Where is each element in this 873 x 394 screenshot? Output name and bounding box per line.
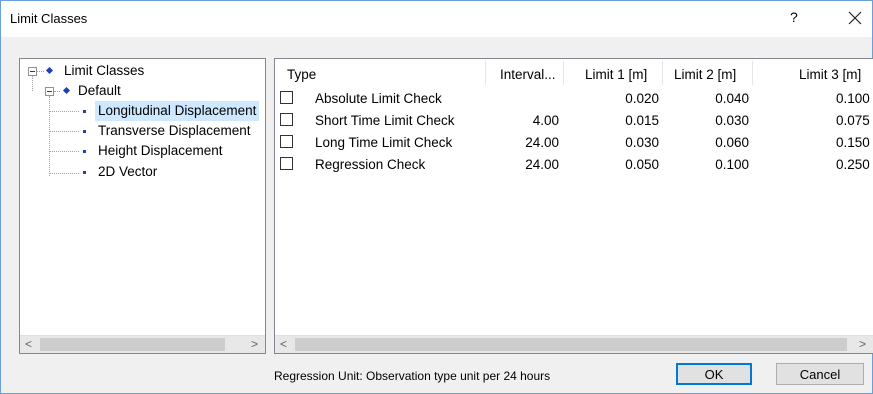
- scroll-left-button[interactable]: <: [275, 336, 292, 353]
- tree-item-label: Longitudinal Displacement: [95, 101, 260, 121]
- cell-limit1: 0.020: [625, 91, 659, 106]
- column-header-interval[interactable]: Interval...: [500, 65, 556, 85]
- window-title: Limit Classes: [10, 11, 88, 26]
- tree-item-label: Transverse Displacement: [98, 123, 251, 138]
- cell-type: Long Time Limit Check: [315, 135, 453, 150]
- scroll-left-button[interactable]: <: [20, 336, 37, 353]
- table-horizontal-scrollbar[interactable]: < >: [275, 335, 873, 353]
- ok-button[interactable]: OK: [676, 363, 752, 385]
- cell-interval: 4.00: [532, 113, 559, 128]
- title-bar: Limit Classes ?: [1, 1, 872, 37]
- cell-limit3: 0.150: [836, 135, 870, 150]
- cell-type: Regression Check: [315, 157, 426, 172]
- regression-unit-status: Regression Unit: Observation type unit p…: [274, 369, 551, 383]
- cell-interval: 24.00: [525, 135, 559, 150]
- tree-node-root[interactable]: Limit Classes: [20, 61, 265, 81]
- cell-type: Short Time Limit Check: [315, 113, 455, 128]
- scroll-thumb[interactable]: [295, 338, 847, 351]
- scroll-right-button[interactable]: >: [246, 336, 263, 353]
- cell-limit3: 0.100: [836, 91, 870, 106]
- close-icon: [848, 11, 862, 25]
- column-separator[interactable]: [752, 61, 753, 85]
- table-row[interactable]: Absolute Limit Check 0.020 0.040 0.100: [275, 88, 873, 110]
- cell-interval: [485, 89, 559, 109]
- cell-limit1: 0.030: [625, 135, 659, 150]
- tree-node-label: Limit Classes: [64, 63, 145, 78]
- row-checkbox[interactable]: [280, 91, 293, 104]
- tree-horizontal-scrollbar[interactable]: < >: [20, 335, 265, 353]
- cell-limit1: 0.015: [625, 113, 659, 128]
- limit-classes-dialog: Limit Classes ? Limit Classes Default Lo…: [0, 0, 873, 394]
- cell-limit1: 0.050: [625, 157, 659, 172]
- collapse-icon[interactable]: [28, 67, 37, 76]
- cell-interval: 24.00: [525, 157, 559, 172]
- tree-item-height[interactable]: Height Displacement: [20, 141, 265, 161]
- cell-limit3: 0.075: [836, 113, 870, 128]
- leaf-icon: [83, 171, 86, 174]
- help-button[interactable]: ?: [790, 9, 798, 25]
- table-row[interactable]: Short Time Limit Check 4.00 0.015 0.030 …: [275, 110, 873, 132]
- column-header-type[interactable]: Type: [287, 65, 316, 85]
- cell-limit2: 0.030: [715, 113, 749, 128]
- tree-item-longitudinal[interactable]: Longitudinal Displacement: [20, 101, 265, 121]
- cell-limit3: 0.250: [836, 157, 870, 172]
- table-row[interactable]: Long Time Limit Check 24.00 0.030 0.060 …: [275, 132, 873, 154]
- row-checkbox[interactable]: [280, 157, 293, 170]
- column-header-limit3[interactable]: Limit 3 [m]: [799, 65, 861, 85]
- tree-item-label: 2D Vector: [98, 164, 158, 179]
- leaf-icon: [83, 150, 86, 153]
- row-checkbox[interactable]: [280, 113, 293, 126]
- limit-checks-table[interactable]: Type Interval... Limit 1 [m] Limit 2 [m]…: [274, 58, 873, 354]
- scroll-right-button[interactable]: >: [854, 336, 871, 353]
- tree-item-label: Height Displacement: [98, 143, 223, 158]
- scroll-thumb[interactable]: [40, 338, 225, 351]
- diamond-icon: [45, 66, 54, 75]
- column-header-limit1[interactable]: Limit 1 [m]: [585, 65, 647, 85]
- cell-limit2: 0.100: [715, 157, 749, 172]
- collapse-icon[interactable]: [45, 87, 54, 96]
- tree-node-label: Default: [78, 83, 121, 98]
- cell-limit2: 0.040: [715, 91, 749, 106]
- tree-item-2d-vector[interactable]: 2D Vector: [20, 162, 265, 182]
- leaf-icon: [83, 110, 86, 113]
- diamond-icon: [62, 86, 71, 95]
- tree-item-transverse[interactable]: Transverse Displacement: [20, 121, 265, 141]
- cell-type: Absolute Limit Check: [315, 91, 442, 106]
- cancel-button[interactable]: Cancel: [776, 363, 864, 385]
- tree-node-default[interactable]: Default: [20, 81, 265, 101]
- row-checkbox[interactable]: [280, 135, 293, 148]
- column-header-limit2[interactable]: Limit 2 [m]: [674, 65, 736, 85]
- cell-limit2: 0.060: [715, 135, 749, 150]
- column-separator[interactable]: [662, 61, 663, 85]
- column-separator[interactable]: [485, 61, 486, 85]
- close-button[interactable]: [843, 6, 867, 30]
- table-row[interactable]: Regression Check 24.00 0.050 0.100 0.250: [275, 154, 873, 176]
- limit-classes-tree[interactable]: Limit Classes Default Longitudinal Displ…: [19, 58, 266, 354]
- leaf-icon: [83, 130, 86, 133]
- column-separator[interactable]: [563, 61, 564, 85]
